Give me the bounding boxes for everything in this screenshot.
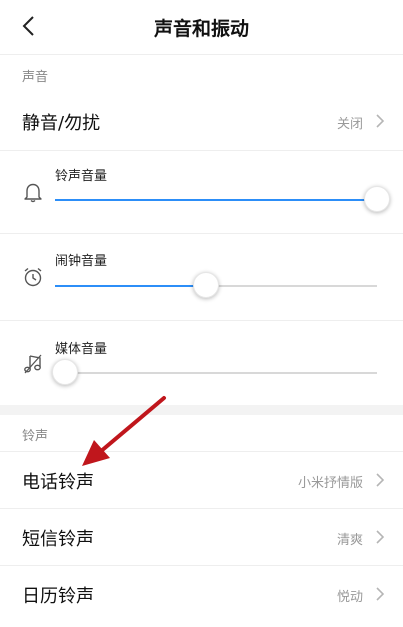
annotation-arrow-icon	[82, 396, 166, 466]
